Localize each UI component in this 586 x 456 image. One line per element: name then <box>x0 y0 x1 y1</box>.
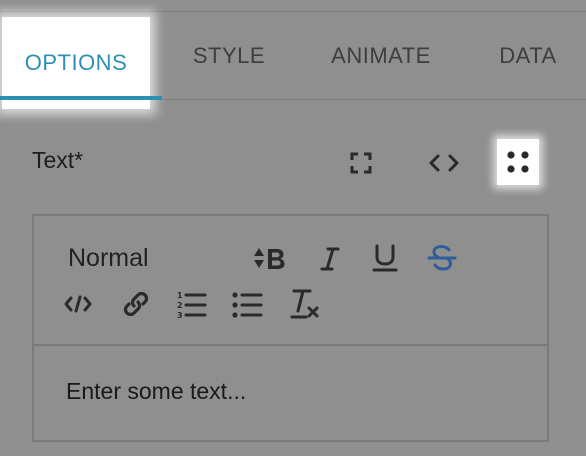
editor-toolbar: Normal 1 2 3 <box>34 216 547 346</box>
code-block-icon[interactable] <box>60 286 96 322</box>
svg-text:2: 2 <box>177 301 183 310</box>
fullscreen-icon[interactable] <box>346 148 376 178</box>
tab-data[interactable]: DATA <box>488 12 568 100</box>
code-icon[interactable] <box>426 148 462 178</box>
format-select-value: Normal <box>68 243 149 272</box>
tab-bar: OPTIONS STYLE ANIMATE DATA <box>0 12 586 109</box>
drag-dots-icon[interactable] <box>497 139 539 185</box>
active-tab-indicator <box>0 96 162 100</box>
tab-style[interactable]: STYLE <box>180 12 278 100</box>
format-select[interactable]: Normal <box>68 240 264 276</box>
editor-content-input[interactable]: Enter some text... <box>66 378 246 405</box>
underline-icon[interactable] <box>366 238 404 278</box>
clear-format-icon[interactable] <box>286 284 324 324</box>
text-field-label: Text* <box>32 147 84 173</box>
ordered-list-icon[interactable]: 1 2 3 <box>172 286 210 324</box>
svg-text:3: 3 <box>177 311 183 320</box>
italic-icon[interactable] <box>312 240 348 278</box>
bullet-list-icon[interactable] <box>228 286 266 324</box>
svg-text:1: 1 <box>177 291 183 300</box>
rich-text-editor: Normal 1 2 3 Enter some text... <box>32 214 549 442</box>
bold-icon[interactable] <box>258 240 294 278</box>
strikethrough-icon[interactable] <box>422 238 462 278</box>
top-border <box>0 0 586 12</box>
link-icon[interactable] <box>116 284 156 324</box>
tab-animate[interactable]: ANIMATE <box>318 12 444 100</box>
